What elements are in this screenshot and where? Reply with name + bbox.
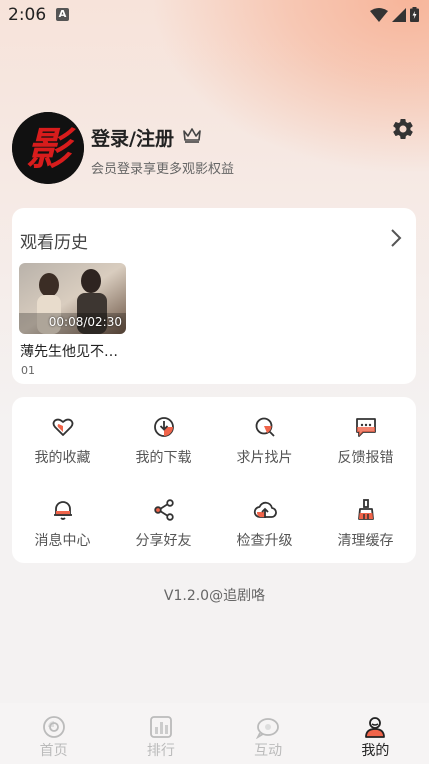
ranking-icon bbox=[149, 716, 172, 738]
history-item-title[interactable]: 薄先生他见不… bbox=[20, 341, 118, 361]
download-icon bbox=[153, 417, 174, 437]
menu-label: 分享好友 bbox=[135, 533, 192, 549]
tab-label: 我的 bbox=[361, 743, 390, 759]
menu-label: 检查升级 bbox=[236, 533, 293, 549]
menu-label: 我的收藏 bbox=[34, 450, 91, 466]
menu-item-clear-cache[interactable]: 清理缓存 bbox=[315, 480, 416, 563]
logo-icon: 影 bbox=[12, 112, 84, 184]
avatar[interactable]: 影 bbox=[12, 112, 84, 184]
search-film-icon bbox=[255, 417, 275, 437]
status-icons bbox=[370, 7, 419, 22]
history-thumbnail[interactable]: 00:08/02:30 bbox=[19, 263, 126, 334]
interact-icon bbox=[256, 718, 280, 739]
menu-label: 清理缓存 bbox=[337, 533, 394, 549]
menu-label: 我的下载 bbox=[135, 450, 192, 466]
menu-label: 消息中心 bbox=[34, 533, 91, 549]
crown-icon bbox=[183, 128, 201, 143]
history-item-episode: 01 bbox=[21, 364, 35, 377]
bell-icon bbox=[53, 501, 72, 520]
battery-icon bbox=[410, 7, 419, 22]
wifi-icon bbox=[370, 7, 388, 22]
menu-grid-card: 我的收藏 我的下载 求片找片 反馈报错 消息中心 分享好友 检查升级 清理缓存 bbox=[12, 397, 416, 563]
svg-text:影: 影 bbox=[26, 124, 76, 175]
watch-history-card: 观看历史 00:08/02:30 薄先生他见不… 01 bbox=[12, 208, 416, 384]
menu-label: 反馈报错 bbox=[337, 450, 394, 466]
chevron-right-icon[interactable] bbox=[390, 228, 402, 248]
profile-header: 影 登录/注册 会员登录享更多观影权益 bbox=[12, 112, 417, 184]
signal-icon bbox=[392, 7, 406, 22]
heart-icon bbox=[52, 418, 73, 436]
login-subtitle: 会员登录享更多观影权益 bbox=[91, 162, 235, 177]
menu-item-request-film[interactable]: 求片找片 bbox=[214, 397, 315, 480]
user-icon bbox=[365, 717, 386, 738]
gear-icon[interactable] bbox=[391, 117, 415, 141]
tab-mine[interactable]: 我的 bbox=[322, 703, 429, 764]
status-bar: 2:06 A bbox=[0, 0, 429, 30]
tab-interact[interactable]: 互动 bbox=[215, 703, 322, 764]
tab-label: 互动 bbox=[254, 743, 283, 759]
menu-item-check-update[interactable]: 检查升级 bbox=[214, 480, 315, 563]
clean-icon bbox=[357, 499, 374, 520]
share-icon bbox=[153, 499, 174, 521]
menu-label: 求片找片 bbox=[236, 450, 293, 466]
history-title: 观看历史 bbox=[20, 233, 88, 253]
notification-icon: A bbox=[56, 8, 69, 21]
menu-item-favorites[interactable]: 我的收藏 bbox=[12, 397, 113, 480]
menu-item-feedback[interactable]: 反馈报错 bbox=[315, 397, 416, 480]
menu-item-share[interactable]: 分享好友 bbox=[113, 480, 214, 563]
login-register-link[interactable]: 登录/注册 bbox=[91, 124, 174, 151]
bottom-tab-bar: 首页 排行 互动 我的 bbox=[0, 703, 429, 764]
menu-item-downloads[interactable]: 我的下载 bbox=[113, 397, 214, 480]
tab-home[interactable]: 首页 bbox=[0, 703, 107, 764]
tab-label: 排行 bbox=[146, 743, 175, 759]
home-icon bbox=[42, 716, 65, 738]
version-text: V1.2.0@追剧咯 bbox=[163, 588, 266, 604]
upgrade-icon bbox=[253, 501, 277, 518]
menu-item-messages[interactable]: 消息中心 bbox=[12, 480, 113, 563]
status-time: 2:06 bbox=[8, 5, 47, 25]
feedback-icon bbox=[355, 418, 376, 437]
tab-ranking[interactable]: 排行 bbox=[107, 703, 214, 764]
history-progress: 00:08/02:30 bbox=[48, 315, 122, 329]
tab-label: 首页 bbox=[39, 743, 68, 759]
